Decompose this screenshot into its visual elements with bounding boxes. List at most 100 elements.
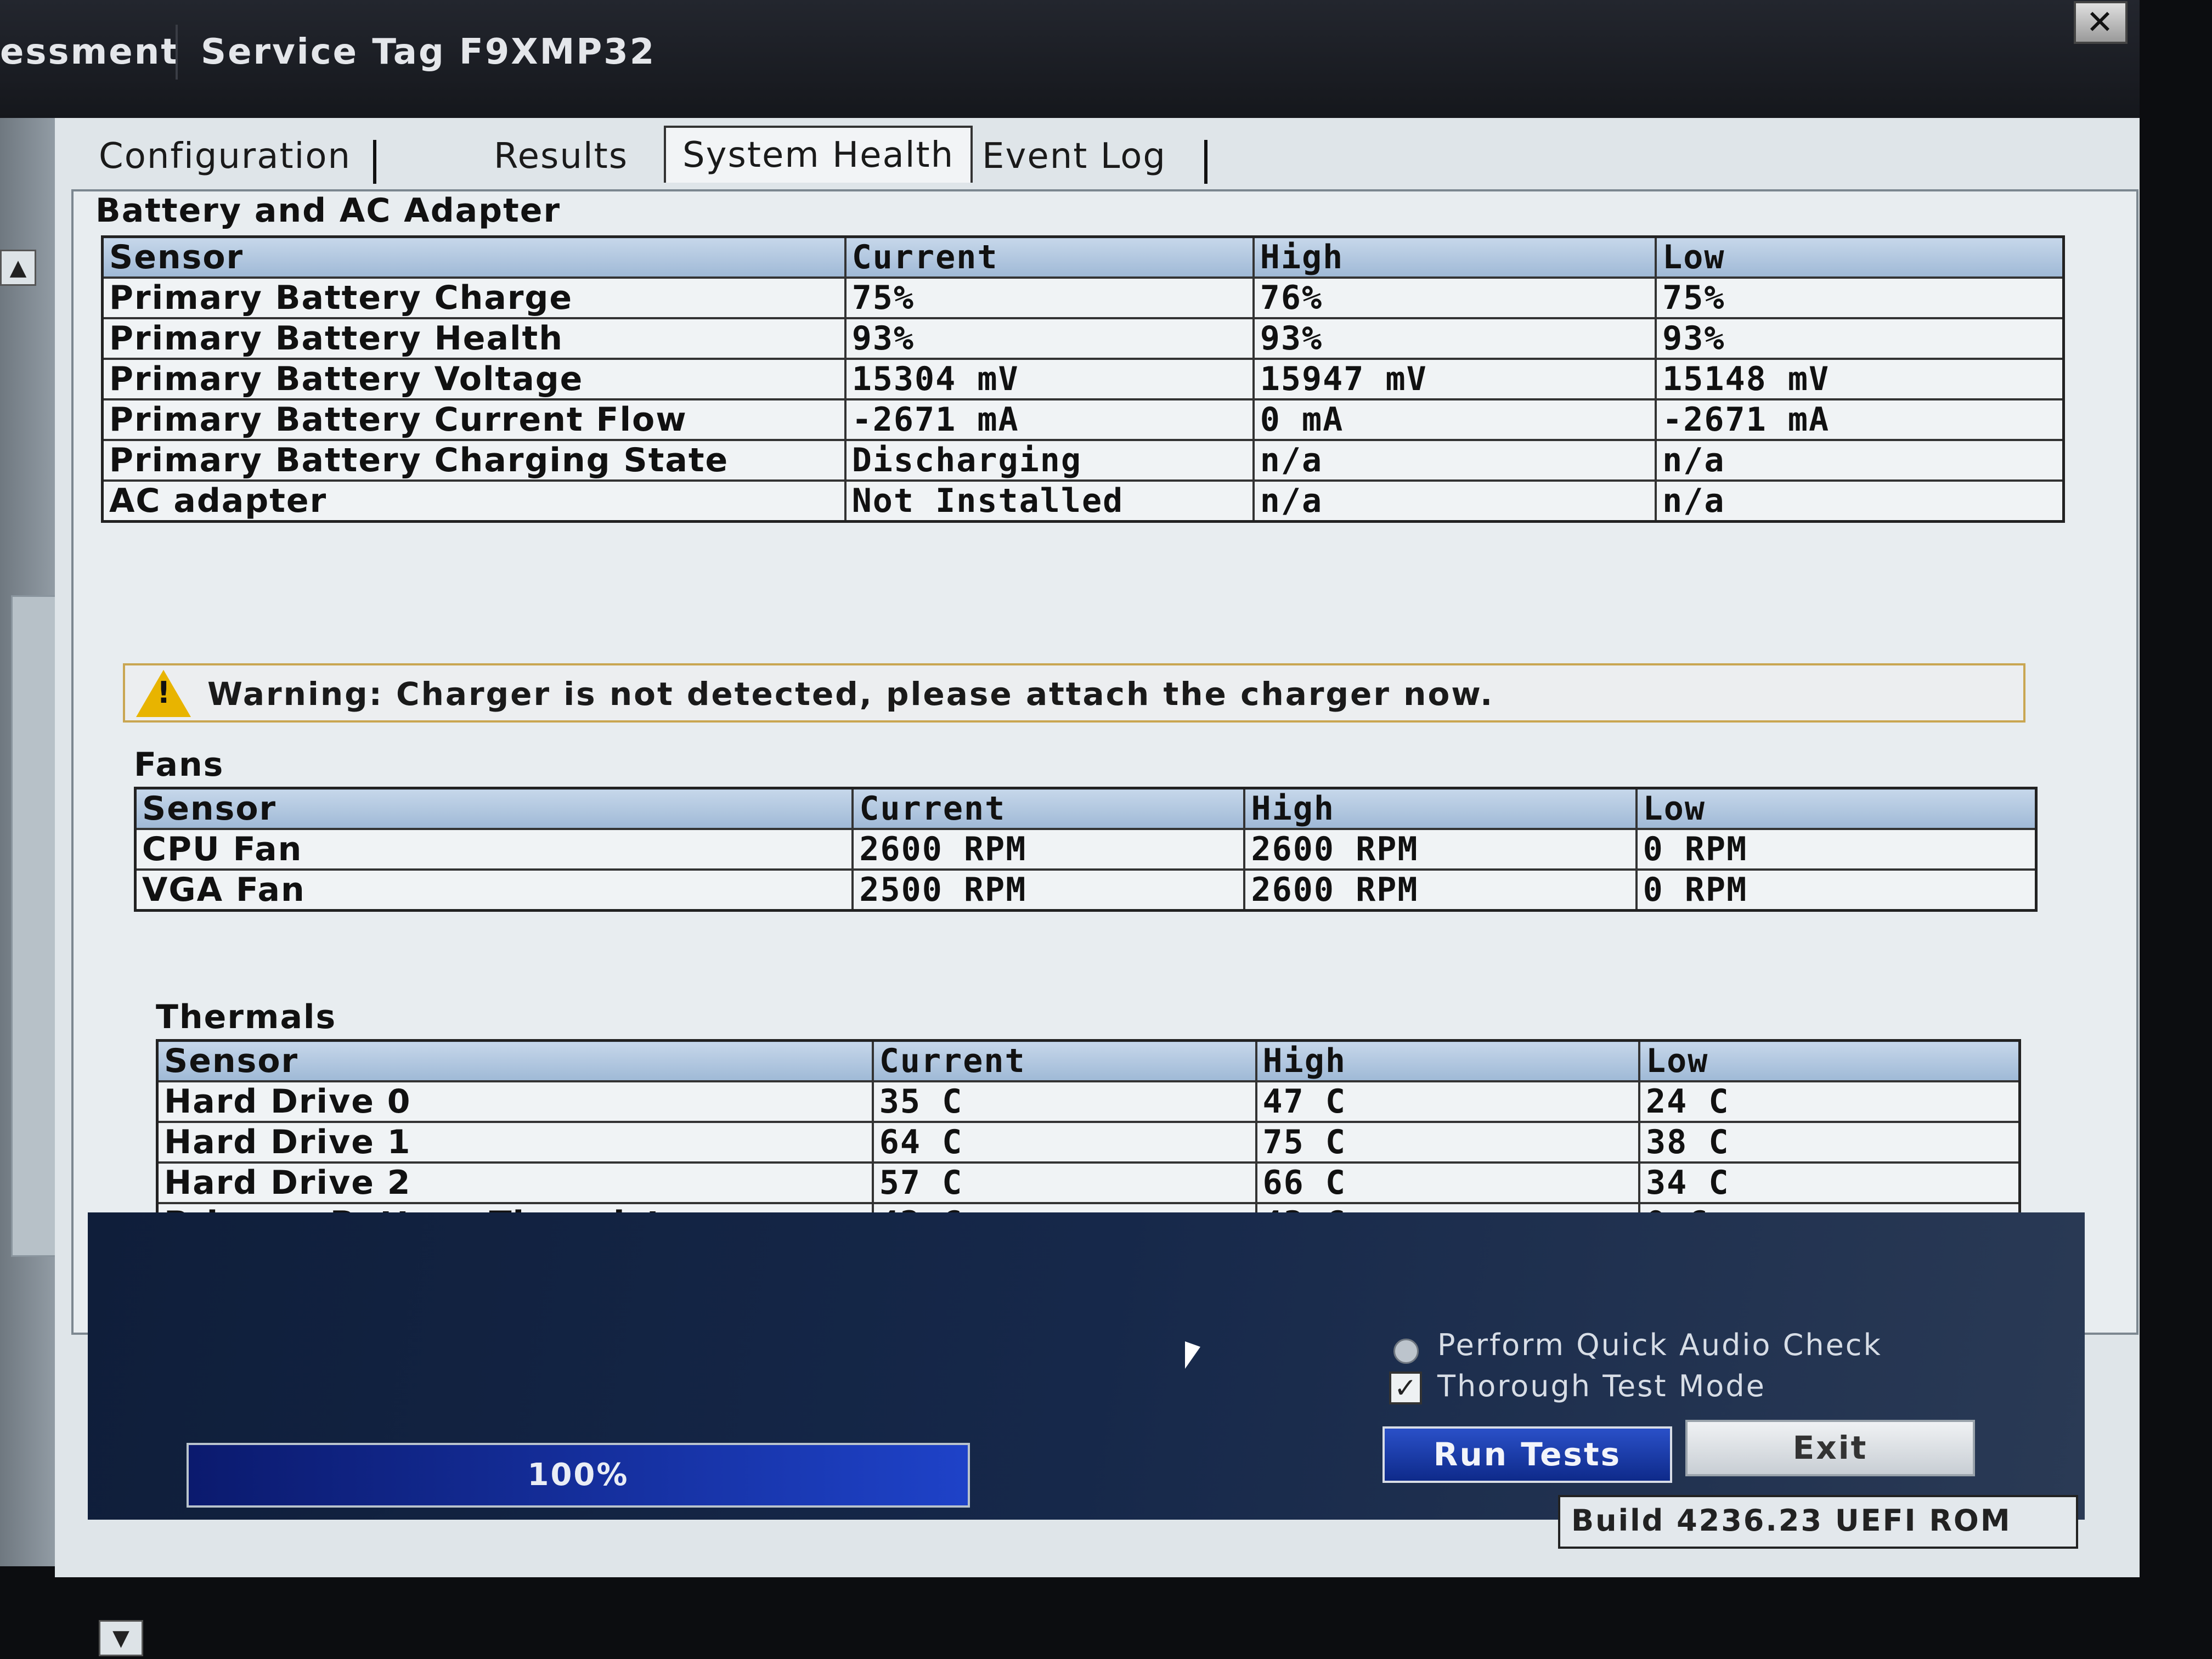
- exit-button[interactable]: Exit: [1685, 1420, 1975, 1476]
- thorough-mode-label: Thorough Test Mode: [1437, 1369, 1766, 1403]
- table-row: Primary Battery Charging State Dischargin…: [101, 439, 2065, 482]
- sensor-value-cell: 15947 mV: [1252, 358, 1657, 400]
- charger-warning: ! Warning: Charger is not detected, plea…: [123, 663, 2025, 723]
- sensor-name-cell: Primary Battery Charge: [101, 276, 847, 319]
- sensor-value-cell: 47 C: [1255, 1080, 1640, 1123]
- sensor-value-cell: 2500 RPM: [851, 868, 1246, 912]
- tab-divider: [1204, 140, 1207, 184]
- tab-divider: [373, 140, 376, 184]
- sensor-value-cell: -2671 mA: [844, 398, 1255, 441]
- column-header: Low: [1635, 787, 2038, 830]
- table-row: CPU Fan 2600 RPM 2600 RPM 0 RPM: [134, 828, 2038, 871]
- battery-section-title: Battery and AC Adapter: [95, 191, 561, 230]
- table-row: Primary Battery Health 93% 93% 93%: [101, 317, 2065, 360]
- sensor-value-cell: Discharging: [844, 439, 1255, 482]
- fans-table: Sensor Current High Low CPU Fan 2600 RPM 2600…: [134, 787, 2038, 912]
- sensor-value-cell: n/a: [1252, 439, 1657, 482]
- sensor-name-cell: Primary Battery Charging State: [101, 439, 847, 482]
- thorough-mode-checkbox[interactable]: ✓: [1389, 1372, 1422, 1404]
- progress-label: 100%: [527, 1457, 629, 1493]
- column-header: Sensor: [134, 787, 854, 830]
- tab-event-log[interactable]: Event Log: [982, 129, 1166, 184]
- table-row: Hard Drive 2 57 C 66 C 34 C: [156, 1161, 2021, 1204]
- sensor-value-cell: 24 C: [1638, 1080, 2021, 1123]
- app-title: essment: [0, 32, 179, 72]
- progress-bar: 100%: [187, 1443, 970, 1508]
- column-header: Current: [871, 1039, 1257, 1082]
- fans-section-title: Fans: [134, 746, 224, 784]
- sensor-value-cell: n/a: [1655, 479, 2065, 523]
- close-button[interactable]: ✕: [2074, 1, 2128, 44]
- tab-bar: Configuration Results System Health Even…: [88, 126, 2118, 189]
- sensor-value-cell: 0 RPM: [1635, 868, 2038, 912]
- column-header: Low: [1655, 235, 2065, 279]
- sensor-value-cell: 38 C: [1638, 1121, 2021, 1164]
- bottom-control-area: Perform Quick Audio Check ✓ Thorough Tes…: [88, 1212, 2085, 1520]
- sensor-value-cell: 64 C: [871, 1121, 1257, 1164]
- title-separator: [176, 25, 178, 80]
- sensor-value-cell: -2671 mA: [1655, 398, 2065, 441]
- sensor-value-cell: 93%: [1655, 317, 2065, 360]
- system-health-content: Battery and AC Adapter Sensor Current High…: [71, 189, 2138, 1408]
- service-tag: Service Tag F9XMP32: [201, 32, 656, 72]
- sensor-value-cell: 2600 RPM: [1243, 828, 1638, 871]
- scroll-up-icon[interactable]: ▲: [0, 250, 36, 286]
- table-row: Primary Battery Voltage 15304 mV 15947 mV 1…: [101, 358, 2065, 400]
- sensor-value-cell: 2600 RPM: [851, 828, 1246, 871]
- sensor-name-cell: Hard Drive 0: [156, 1080, 874, 1123]
- sensor-value-cell: 75%: [844, 276, 1255, 319]
- column-header: Current: [851, 787, 1246, 830]
- sensor-value-cell: 0 RPM: [1635, 828, 2038, 871]
- sensor-value-cell: 15148 mV: [1655, 358, 2065, 400]
- table-row: AC adapter Not Installed n/a n/a: [101, 479, 2065, 523]
- sensor-value-cell: 15304 mV: [844, 358, 1255, 400]
- sensor-value-cell: 75 C: [1255, 1121, 1640, 1164]
- sensor-value-cell: 35 C: [871, 1080, 1257, 1123]
- warning-message: Warning: Charger is not detected, please…: [207, 675, 1494, 713]
- column-header: Low: [1638, 1039, 2021, 1082]
- column-header: Sensor: [156, 1039, 874, 1082]
- tab-configuration[interactable]: Configuration: [99, 129, 351, 184]
- column-header: Sensor: [101, 235, 847, 279]
- sensor-name-cell: VGA Fan: [134, 868, 854, 912]
- scroll-down-icon[interactable]: ▼: [99, 1620, 143, 1656]
- table-header-row: Sensor Current High Low: [156, 1039, 2021, 1082]
- table-row: Hard Drive 1 64 C 75 C 38 C: [156, 1121, 2021, 1164]
- column-header: High: [1255, 1039, 1640, 1082]
- quick-audio-radio[interactable]: [1393, 1339, 1419, 1364]
- sensor-value-cell: 75%: [1655, 276, 2065, 319]
- table-row: Primary Battery Current Flow -2671 mA 0 mA…: [101, 398, 2065, 441]
- sensor-name-cell: Hard Drive 2: [156, 1161, 874, 1204]
- sensor-value-cell: 76%: [1252, 276, 1657, 319]
- sensor-name-cell: Hard Drive 1: [156, 1121, 874, 1164]
- column-header: High: [1252, 235, 1657, 279]
- sensor-value-cell: 34 C: [1638, 1161, 2021, 1204]
- column-header: High: [1243, 787, 1638, 830]
- table-row: VGA Fan 2500 RPM 2600 RPM 0 RPM: [134, 868, 2038, 912]
- table-header-row: Sensor Current High Low: [134, 787, 2038, 830]
- build-info: Build 4236.23 UEFI ROM: [1558, 1495, 2078, 1549]
- column-header: Current: [844, 235, 1255, 279]
- tab-results[interactable]: Results: [494, 129, 628, 184]
- battery-table: Sensor Current High Low Primary Battery Cha…: [101, 235, 2065, 523]
- sensor-value-cell: 66 C: [1255, 1161, 1640, 1204]
- thermals-section-title: Thermals: [156, 998, 337, 1036]
- quick-audio-label: Perform Quick Audio Check: [1437, 1328, 1882, 1362]
- warning-exclamation-icon: !: [157, 675, 172, 710]
- sensor-value-cell: 93%: [1252, 317, 1657, 360]
- table-row: Primary Battery Charge 75% 76% 75%: [101, 276, 2065, 319]
- sensor-value-cell: Not Installed: [844, 479, 1255, 523]
- sensor-value-cell: n/a: [1252, 479, 1657, 523]
- sensor-value-cell: 0 mA: [1252, 398, 1657, 441]
- mouse-cursor-icon: [1185, 1341, 1200, 1369]
- sensor-name-cell: Primary Battery Current Flow: [101, 398, 847, 441]
- sensor-value-cell: n/a: [1655, 439, 2065, 482]
- sensor-value-cell: 2600 RPM: [1243, 868, 1638, 912]
- sensor-name-cell: Primary Battery Voltage: [101, 358, 847, 400]
- sensor-value-cell: 93%: [844, 317, 1255, 360]
- run-tests-button[interactable]: Run Tests: [1383, 1426, 1672, 1483]
- title-bar: essment Service Tag F9XMP32 ✕: [0, 0, 2140, 118]
- sensor-value-cell: 57 C: [871, 1161, 1257, 1204]
- tab-system-health[interactable]: System Health: [664, 126, 973, 183]
- table-header-row: Sensor Current High Low: [101, 235, 2065, 279]
